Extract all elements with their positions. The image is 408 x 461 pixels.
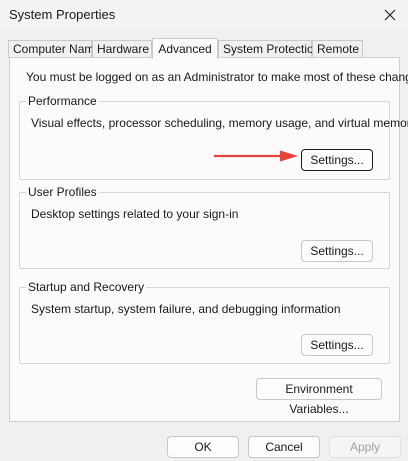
performance-label: Performance [26,94,99,108]
startup-recovery-group: Startup and Recovery System startup, sys… [19,280,390,364]
tab-computer-name[interactable]: Computer Name [8,40,101,58]
advanced-tab-panel: You must be logged on as an Administrato… [9,57,408,422]
apply-button[interactable]: Apply [329,436,401,458]
startup-recovery-label: Startup and Recovery [26,280,147,294]
performance-description: Visual effects, processor scheduling, me… [31,116,408,130]
performance-settings-button[interactable]: Settings... [301,149,373,171]
user-profiles-label: User Profiles [26,185,99,199]
performance-group: Performance Visual effects, processor sc… [19,94,408,180]
environment-variables-button[interactable]: Environment Variables... [256,378,382,416]
close-button[interactable] [372,0,408,30]
startup-recovery-settings-button[interactable]: Settings... [301,334,373,356]
close-icon [384,9,396,21]
startup-recovery-description: System startup, system failure, and debu… [31,302,341,316]
red-arrow-annotation-icon [214,150,298,162]
user-profiles-description: Desktop settings related to your sign-in [31,207,239,221]
tab-remote[interactable]: Remote [312,40,363,58]
cancel-button[interactable]: Cancel [248,436,320,458]
ok-button[interactable]: OK [167,436,239,458]
title-bar: System Properties [0,0,408,30]
tab-strip: Computer Name Hardware Advanced System P… [8,38,402,59]
user-profiles-group: User Profiles Desktop settings related t… [19,185,390,269]
user-profiles-settings-button[interactable]: Settings... [301,240,373,262]
tab-system-protection[interactable]: System Protection [218,40,320,58]
tab-hardware[interactable]: Hardware [92,40,152,58]
tab-advanced[interactable]: Advanced [152,38,218,59]
admin-note: You must be logged on as an Administrato… [26,70,408,84]
window-title: System Properties [9,7,116,22]
